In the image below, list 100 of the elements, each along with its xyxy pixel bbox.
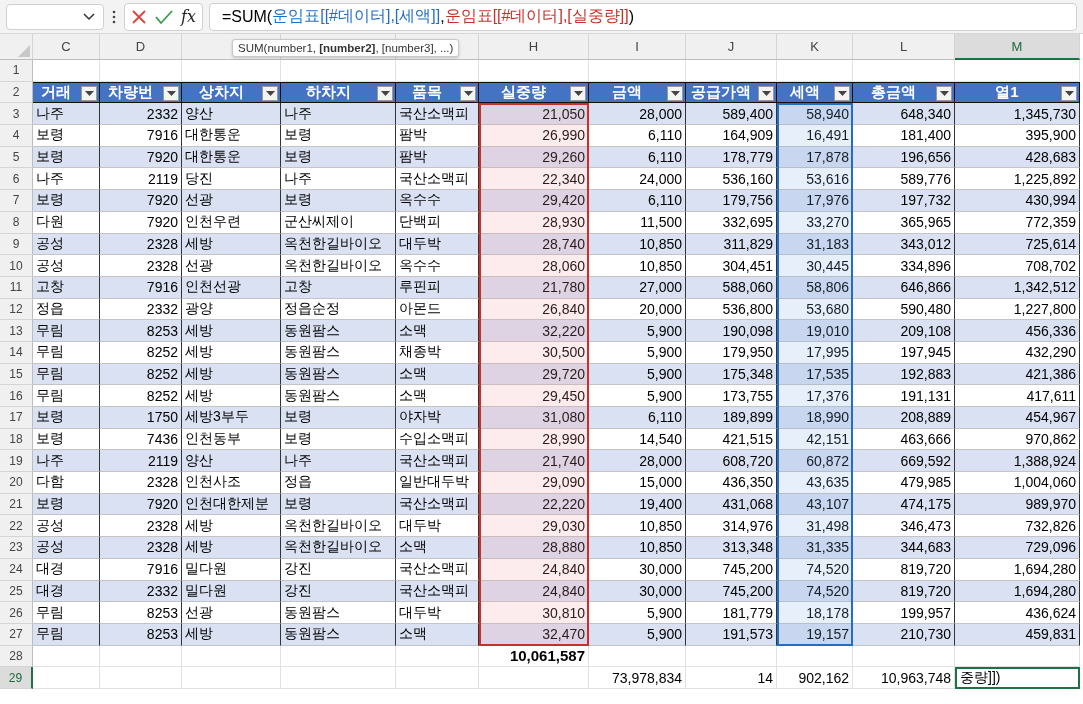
- table-cell: 옥천한길바이오: [281, 233, 396, 256]
- table-cell: 196,656: [853, 146, 955, 169]
- table-cell: 28,740: [479, 233, 589, 256]
- table-cell: 179,950: [686, 341, 777, 364]
- table-cell: 군산씨제이: [281, 211, 396, 234]
- table-cell: 나주: [33, 450, 100, 473]
- table-cell: 6,110: [589, 146, 686, 169]
- table-cell: 10,850: [589, 255, 686, 277]
- table-cell: 708,702: [955, 255, 1080, 277]
- table-cell: 팜박: [396, 146, 479, 169]
- table-cell: 고창: [33, 276, 100, 299]
- table-cell: 동원팜스: [281, 341, 396, 364]
- table-cell: 무림: [33, 320, 100, 342]
- table-cell: 무림: [33, 363, 100, 386]
- table-cell: 선광: [182, 190, 281, 212]
- table-cell: 나주: [33, 103, 100, 126]
- table-cell: 세방: [182, 341, 281, 364]
- column-title: 세액: [789, 83, 820, 103]
- table-cell: 31,335: [777, 537, 853, 559]
- table-cell: 팜박: [396, 125, 479, 147]
- table-cell: 세방: [182, 537, 281, 559]
- table-cell: 772,359: [955, 211, 1080, 234]
- table-cell: 인천우련: [182, 211, 281, 234]
- table-cell: 양산: [182, 103, 281, 126]
- table-cell: 세방3부두: [182, 407, 281, 429]
- table-cell: 17,878: [777, 146, 853, 169]
- table-cell: 365,965: [853, 211, 955, 234]
- table-cell: 7916: [100, 558, 182, 581]
- table-cell: 소맥: [396, 363, 479, 386]
- table-cell: 60,872: [777, 450, 853, 473]
- table-cell: 30,000: [589, 558, 686, 581]
- column-title: 총금액: [871, 83, 916, 103]
- table-cell: 보령: [33, 146, 100, 169]
- table-cell: 436,350: [686, 472, 777, 494]
- table-cell: 양산: [182, 450, 281, 473]
- table-cell: 456,336: [955, 320, 1080, 342]
- table-cell: 30,810: [479, 602, 589, 624]
- table-cell: 8252: [100, 363, 182, 386]
- table-cell: 보령: [33, 493, 100, 516]
- column-title: 하차지: [305, 83, 351, 103]
- table-cell: 197,732: [853, 190, 955, 212]
- table-cell: 208,889: [853, 407, 955, 429]
- table-cell: 옥천한길바이오: [281, 537, 396, 559]
- table-cell: 669,592: [853, 450, 955, 473]
- table-cell: 28,000: [589, 103, 686, 126]
- table-cell: 소맥: [396, 320, 479, 342]
- table-cell: 17,976: [777, 190, 853, 212]
- table-cell: 무림: [33, 623, 100, 646]
- table-cell: 26,990: [479, 125, 589, 147]
- total-cell: 902,162: [777, 667, 853, 689]
- table-cell: 대경: [33, 558, 100, 581]
- table-cell: 공성: [33, 255, 100, 277]
- column-title: 실중량: [501, 83, 546, 103]
- table-cell: 7916: [100, 125, 182, 147]
- table-cell: 다원: [33, 211, 100, 234]
- table-cell: 7916: [100, 276, 182, 299]
- table-cell: 1,345,730: [955, 103, 1080, 126]
- table-cell: 588,060: [686, 276, 777, 299]
- table-cell: 745,200: [686, 558, 777, 581]
- table-cell: 무림: [33, 341, 100, 364]
- table-cell: 729,096: [955, 537, 1080, 559]
- table-cell: 정읍: [281, 472, 396, 494]
- table-cell: 197,945: [853, 341, 955, 364]
- table-cell: 나주: [281, 103, 396, 126]
- table-cell: 보령: [33, 407, 100, 429]
- table-cell: 강진: [281, 580, 396, 603]
- table-cell: 17,535: [777, 363, 853, 386]
- table-cell: 29,260: [479, 146, 589, 169]
- table-cell: 28,060: [479, 255, 589, 277]
- table-cell: 192,883: [853, 363, 955, 386]
- table-cell: 대경: [33, 580, 100, 603]
- table-cell: 646,866: [853, 276, 955, 299]
- table-cell: 2328: [100, 233, 182, 256]
- table-cell: 공성: [33, 537, 100, 559]
- table-cell: 459,831: [955, 623, 1080, 646]
- table-cell: 43,635: [777, 472, 853, 494]
- table-cell: 29,090: [479, 472, 589, 494]
- table-cell: 28,880: [479, 537, 589, 559]
- table-cell: 8253: [100, 320, 182, 342]
- table-cell: 334,896: [853, 255, 955, 277]
- table-cell: 181,779: [686, 602, 777, 624]
- table-cell: 소맥: [396, 623, 479, 646]
- table-cell: 18,178: [777, 602, 853, 624]
- table-cell: 819,720: [853, 580, 955, 603]
- table-cell: 430,994: [955, 190, 1080, 212]
- table-cell: 18,990: [777, 407, 853, 429]
- table-cell: 27,000: [589, 276, 686, 299]
- table-cell: 22,220: [479, 493, 589, 516]
- table-cell: 19,157: [777, 623, 853, 646]
- table-cell: 1,694,280: [955, 580, 1080, 603]
- table-cell: 야자박: [396, 407, 479, 429]
- table-cell: 648,340: [853, 103, 955, 126]
- table-cell: 8253: [100, 602, 182, 624]
- table-cell: 보령: [281, 190, 396, 212]
- table-cell: 10,850: [589, 537, 686, 559]
- table-cell: 15,000: [589, 472, 686, 494]
- table-cell: 1,342,512: [955, 276, 1080, 299]
- table-cell: 보령: [281, 493, 396, 516]
- table-cell: 6,110: [589, 407, 686, 429]
- table-cell: 2119: [100, 450, 182, 473]
